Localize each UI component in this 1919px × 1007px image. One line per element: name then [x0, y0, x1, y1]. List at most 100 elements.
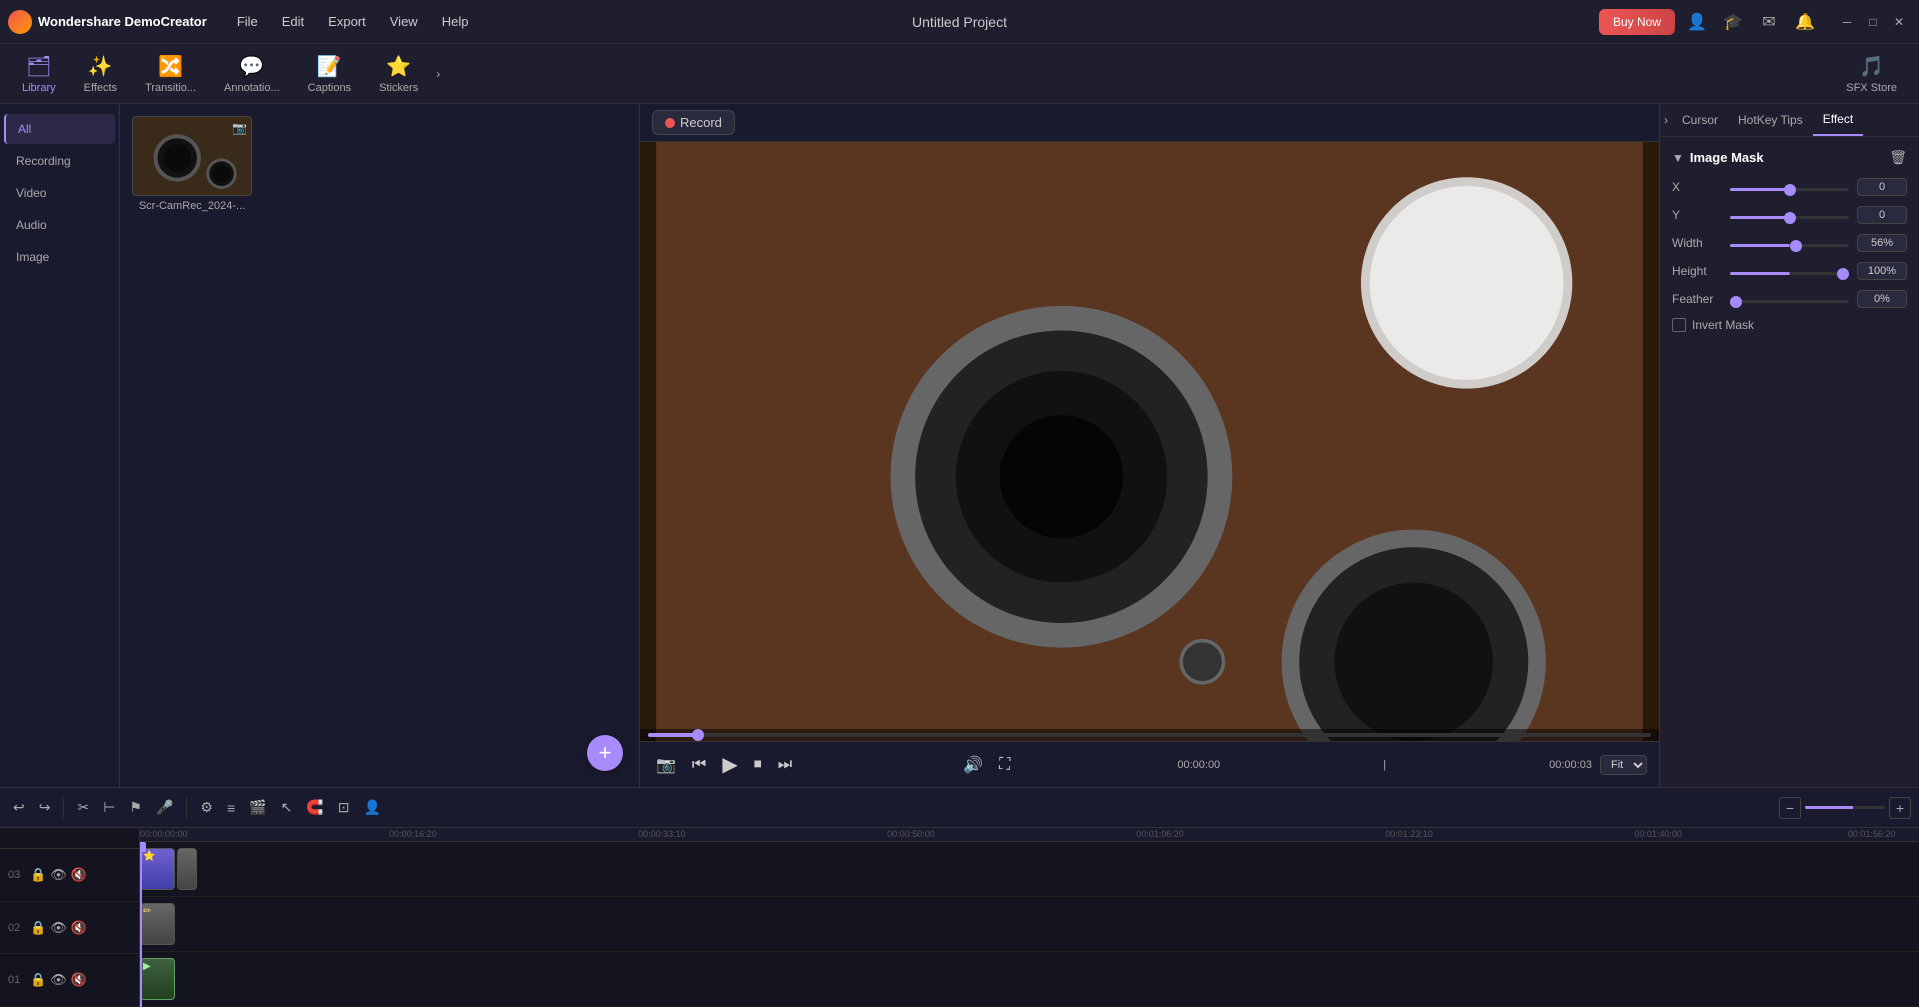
education-icon[interactable]: 🎓	[1719, 8, 1747, 36]
clip-02-0[interactable]: ✏	[140, 903, 175, 945]
media-item-0[interactable]: 📷 Scr-CamRec_2024-...	[132, 116, 252, 212]
lock-icon-01[interactable]: 🔒	[30, 972, 46, 988]
fullscreen-button[interactable]: ⛶	[995, 752, 1014, 778]
video-progress-bar[interactable]	[648, 733, 1651, 737]
lock-icon-02[interactable]: 🔒	[30, 920, 46, 936]
trim-button[interactable]: ⊢	[98, 796, 120, 819]
mail-icon[interactable]: ✉	[1755, 8, 1783, 36]
sidebar-item-all[interactable]: All	[4, 114, 115, 144]
video-settings-button[interactable]: 🎬	[244, 796, 271, 819]
sidebar-item-video[interactable]: Video	[4, 178, 115, 208]
marker-button[interactable]: ⚑	[124, 796, 147, 819]
stop-button[interactable]: ⏹	[750, 752, 766, 778]
menu-export[interactable]: Export	[318, 10, 376, 33]
width-slider[interactable]	[1730, 236, 1849, 250]
prev-frame-button[interactable]: ⏮	[688, 752, 710, 778]
clip-03-0[interactable]: ⭐	[140, 848, 175, 890]
toolbar-sfxstore[interactable]: 🎵 SFX Store	[1832, 48, 1911, 100]
minimize-button[interactable]: ─	[1835, 10, 1859, 34]
magnet-button[interactable]: 🧲	[301, 796, 328, 819]
redo-button[interactable]: ↪	[34, 796, 56, 819]
zoom-in-button[interactable]: +	[1889, 797, 1911, 819]
clip-01-0[interactable]: ▶	[140, 958, 175, 1000]
playhead-handle[interactable]	[140, 842, 146, 852]
invert-mask-checkbox[interactable]	[1672, 318, 1686, 332]
toolbar-transitions[interactable]: 🔀 Transitio...	[131, 48, 210, 100]
progress-handle[interactable]	[692, 729, 704, 741]
person-button[interactable]: 👤	[358, 796, 385, 819]
screenshot-button[interactable]: 📷	[652, 751, 680, 779]
tab-cursor[interactable]: Cursor	[1672, 105, 1728, 135]
feather-value[interactable]: 0%	[1857, 290, 1907, 308]
toolbar-captions[interactable]: 📝 Captions	[294, 48, 365, 100]
video-preview	[640, 142, 1659, 741]
user-icon[interactable]: 👤	[1683, 8, 1711, 36]
height-value[interactable]: 100%	[1857, 262, 1907, 280]
playhead[interactable]	[140, 842, 142, 1007]
toolbar-library[interactable]: 🗂 Library	[8, 48, 70, 100]
mute-icon-03[interactable]: 🔇	[71, 867, 87, 883]
volume-button[interactable]: 🔊	[959, 751, 987, 779]
menu-help[interactable]: Help	[432, 10, 479, 33]
delete-section-button[interactable]: 🗑	[1889, 149, 1907, 166]
section-title: Image Mask	[1690, 150, 1764, 165]
mute-icon-01[interactable]: 🔇	[71, 972, 87, 988]
zoom-slider[interactable]	[1805, 806, 1885, 809]
select-button[interactable]: ↖	[276, 796, 298, 819]
maximize-button[interactable]: □	[1861, 10, 1885, 34]
tab-effect[interactable]: Effect	[1813, 104, 1863, 136]
eye-icon-03[interactable]: 👁	[50, 867, 67, 883]
project-title: Untitled Project	[912, 14, 1007, 30]
section-chevron-icon[interactable]: ▼	[1672, 151, 1684, 165]
lock-icon-03[interactable]: 🔒	[30, 867, 46, 883]
feather-range[interactable]	[1730, 300, 1849, 303]
y-range[interactable]	[1730, 216, 1849, 219]
x-range[interactable]	[1730, 188, 1849, 191]
menu-view[interactable]: View	[380, 10, 428, 33]
width-range[interactable]	[1730, 244, 1849, 247]
sidebar-item-audio[interactable]: Audio	[4, 210, 115, 240]
toolbar-stickers[interactable]: ⭐ Stickers	[365, 48, 432, 100]
menu-edit[interactable]: Edit	[272, 10, 314, 33]
invert-mask-label[interactable]: Invert Mask	[1692, 318, 1754, 332]
close-button[interactable]: ✕	[1887, 10, 1911, 34]
settings-button[interactable]: ⚙	[195, 796, 218, 819]
next-frame-button[interactable]: ⏭	[774, 752, 796, 778]
y-value[interactable]: 0	[1857, 206, 1907, 224]
height-slider[interactable]	[1730, 264, 1849, 278]
window-controls: ─ □ ✕	[1835, 10, 1911, 34]
undo-button[interactable]: ↩	[8, 796, 30, 819]
width-value[interactable]: 56%	[1857, 234, 1907, 252]
eye-icon-01[interactable]: 👁	[50, 972, 67, 988]
notification-icon[interactable]: 🔔	[1791, 8, 1819, 36]
zoom-out-button[interactable]: −	[1779, 797, 1801, 819]
record-button[interactable]: Record	[652, 110, 735, 135]
buy-now-button[interactable]: Buy Now	[1599, 9, 1675, 35]
feather-slider[interactable]	[1730, 292, 1849, 306]
prop-label-y: Y	[1672, 208, 1722, 222]
sidebar-item-image[interactable]: Image	[4, 242, 115, 272]
fit-select[interactable]: Fit	[1600, 755, 1647, 775]
play-button[interactable]: ▶	[718, 748, 741, 781]
sidebar-item-recording[interactable]: Recording	[4, 146, 115, 176]
y-slider[interactable]	[1730, 208, 1849, 222]
clip-03-1[interactable]	[177, 848, 197, 890]
toolbar-effects[interactable]: ✨ Effects	[70, 48, 131, 100]
tab-hotkey[interactable]: HotKey Tips	[1728, 105, 1813, 135]
mute-icon-02[interactable]: 🔇	[71, 920, 87, 936]
split-audio-button[interactable]: ≡	[222, 797, 240, 819]
crop-button[interactable]: ⊡	[333, 796, 355, 819]
toolbar-annotations[interactable]: 💬 Annotatio...	[210, 48, 294, 100]
x-value[interactable]: 0	[1857, 178, 1907, 196]
media-grid: 📷 Scr-CamRec_2024-...	[132, 116, 627, 212]
x-slider[interactable]	[1730, 180, 1849, 194]
record-audio-button[interactable]: 🎤	[151, 796, 178, 819]
toolbar-more-button[interactable]: ›	[432, 63, 444, 85]
eye-icon-02[interactable]: 👁	[50, 920, 67, 936]
add-media-button[interactable]: +	[587, 735, 623, 771]
menu-file[interactable]: File	[227, 10, 268, 33]
app-logo: Wondershare DemoCreator	[8, 10, 207, 34]
split-button[interactable]: ✂	[72, 796, 94, 819]
height-range[interactable]	[1730, 272, 1849, 275]
right-tab-chevron[interactable]: ›	[1660, 105, 1672, 135]
